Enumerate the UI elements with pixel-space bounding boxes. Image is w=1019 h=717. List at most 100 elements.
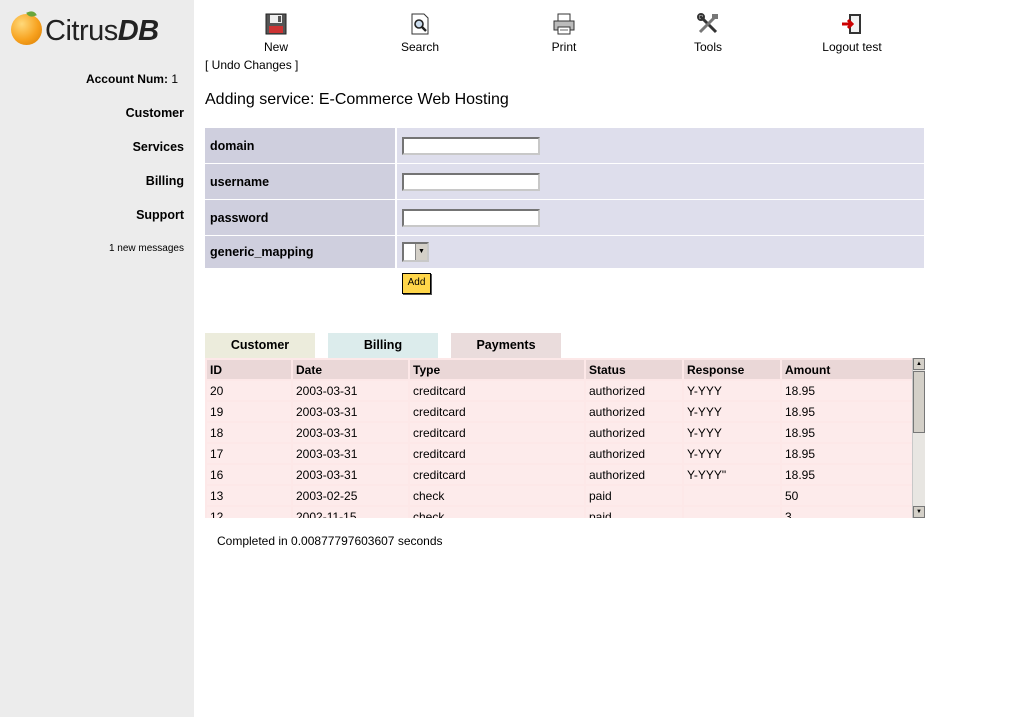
- logo-text-bold: DB: [117, 15, 159, 47]
- password-input[interactable]: [402, 208, 540, 227]
- form-row-password: password: [205, 199, 924, 236]
- undo-changes-link[interactable]: [ Undo Changes ]: [205, 58, 298, 72]
- payments-scrollbar[interactable]: ▲ ▼: [912, 358, 925, 518]
- toolbar-print-button[interactable]: Print: [519, 12, 609, 54]
- cell-id: 20: [207, 381, 291, 400]
- cell-response: Y-YYY: [684, 381, 780, 400]
- completed-status: Completed in 0.00877797603607 seconds: [217, 534, 443, 548]
- table-row: 16 2003-03-31 creditcard authorized Y-YY…: [207, 465, 913, 484]
- toolbar-search-label: Search: [400, 40, 440, 54]
- cell-amount: 18.95: [782, 381, 913, 400]
- cell-status: paid: [586, 486, 682, 505]
- cell-type: check: [410, 486, 584, 505]
- table-row: 20 2003-03-31 creditcard authorized Y-YY…: [207, 381, 913, 400]
- toolbar-tools-button[interactable]: Tools: [663, 12, 753, 54]
- cell-date: 2002-11-15: [293, 507, 408, 518]
- form-row-username: username: [205, 163, 924, 200]
- field-label-generic-mapping: generic_mapping: [205, 235, 397, 268]
- cell-status: authorized: [586, 423, 682, 442]
- column-header-id: ID: [207, 360, 291, 379]
- account-number: Account Num: 1: [86, 72, 178, 86]
- column-header-date: Date: [293, 360, 408, 379]
- new-messages-link[interactable]: 1 new messages: [109, 243, 184, 254]
- form-row-generic-mapping: generic_mapping ▼: [205, 235, 924, 268]
- sidebar-item-customer[interactable]: Customer: [126, 106, 184, 120]
- cell-status: paid: [586, 507, 682, 518]
- cell-status: authorized: [586, 402, 682, 421]
- cell-type: creditcard: [410, 381, 584, 400]
- cell-amount: 18.95: [782, 423, 913, 442]
- toolbar-tools-label: Tools: [693, 40, 722, 54]
- tab-payments[interactable]: Payments: [451, 333, 561, 358]
- logo-text: CitrusDB: [45, 15, 159, 47]
- cell-date: 2003-03-31: [293, 423, 408, 442]
- cell-date: 2003-03-31: [293, 444, 408, 463]
- dropdown-arrow-icon: ▼: [415, 244, 427, 260]
- cell-amount: 18.95: [782, 465, 913, 484]
- printer-icon: [553, 13, 575, 35]
- cell-amount: 3: [782, 507, 913, 518]
- cell-id: 17: [207, 444, 291, 463]
- cell-response: Y-YYY": [684, 465, 780, 484]
- cell-status: authorized: [586, 465, 682, 484]
- column-header-status: Status: [586, 360, 682, 379]
- generic-mapping-select[interactable]: ▼: [402, 242, 429, 262]
- cell-amount: 50: [782, 486, 913, 505]
- sidebar-item-services[interactable]: Services: [133, 140, 184, 154]
- toolbar-new-button[interactable]: New: [231, 12, 321, 54]
- add-button[interactable]: Add: [402, 273, 431, 294]
- cell-date: 2003-03-31: [293, 402, 408, 421]
- scrollbar-thumb[interactable]: [913, 371, 925, 433]
- cell-type: creditcard: [410, 465, 584, 484]
- tab-billing[interactable]: Billing: [328, 333, 438, 358]
- cell-date: 2003-02-25: [293, 486, 408, 505]
- sidebar-item-support[interactable]: Support: [136, 208, 184, 222]
- cell-response: Y-YYY: [684, 423, 780, 442]
- cell-type: creditcard: [410, 402, 584, 421]
- logo-text-plain: Citrus: [45, 15, 118, 47]
- toolbar-new-label: New: [263, 40, 288, 54]
- add-service-form: domain username password generic_mapping…: [205, 128, 924, 268]
- cell-amount: 18.95: [782, 444, 913, 463]
- field-label-domain: domain: [205, 128, 397, 164]
- cell-response: [684, 486, 780, 505]
- account-num-value: 1: [171, 72, 178, 86]
- cell-id: 18: [207, 423, 291, 442]
- cell-id: 12: [207, 507, 291, 518]
- table-header-row: ID Date Type Status Response Amount: [207, 360, 913, 379]
- username-input[interactable]: [402, 172, 540, 191]
- logout-door-icon: [842, 14, 861, 34]
- cell-date: 2003-03-31: [293, 381, 408, 400]
- payments-panel: ID Date Type Status Response Amount 20 2…: [205, 358, 925, 518]
- column-header-amount: Amount: [782, 360, 913, 379]
- page-title: Adding service: E-Commerce Web Hosting: [205, 91, 509, 108]
- cell-id: 13: [207, 486, 291, 505]
- citrusdb-logo: CitrusDB: [10, 9, 190, 51]
- field-label-username: username: [205, 163, 397, 200]
- scroll-up-arrow-icon[interactable]: ▲: [913, 358, 925, 370]
- cell-type: creditcard: [410, 423, 584, 442]
- table-row: 17 2003-03-31 creditcard authorized Y-YY…: [207, 444, 913, 463]
- table-row: 13 2003-02-25 check paid 50: [207, 486, 913, 505]
- cell-type: check: [410, 507, 584, 518]
- cell-id: 16: [207, 465, 291, 484]
- tab-customer[interactable]: Customer: [205, 333, 315, 358]
- cell-id: 19: [207, 402, 291, 421]
- domain-input[interactable]: [402, 136, 540, 155]
- field-label-password: password: [205, 199, 397, 236]
- scroll-down-arrow-icon[interactable]: ▼: [913, 506, 925, 518]
- toolbar-search-button[interactable]: Search: [375, 12, 465, 54]
- floppy-disk-icon: [265, 13, 287, 35]
- cell-amount: 18.95: [782, 402, 913, 421]
- toolbar-logout-button[interactable]: Logout test: [807, 12, 897, 54]
- cell-type: creditcard: [410, 444, 584, 463]
- tools-icon: [697, 13, 718, 34]
- table-row: 19 2003-03-31 creditcard authorized Y-YY…: [207, 402, 913, 421]
- column-header-response: Response: [684, 360, 780, 379]
- cell-status: authorized: [586, 381, 682, 400]
- orange-icon: [11, 14, 42, 45]
- account-num-label: Account Num:: [85, 72, 168, 86]
- table-row: 12 2002-11-15 check paid 3: [207, 507, 913, 518]
- form-row-domain: domain: [205, 128, 924, 164]
- sidebar-item-billing[interactable]: Billing: [146, 174, 184, 188]
